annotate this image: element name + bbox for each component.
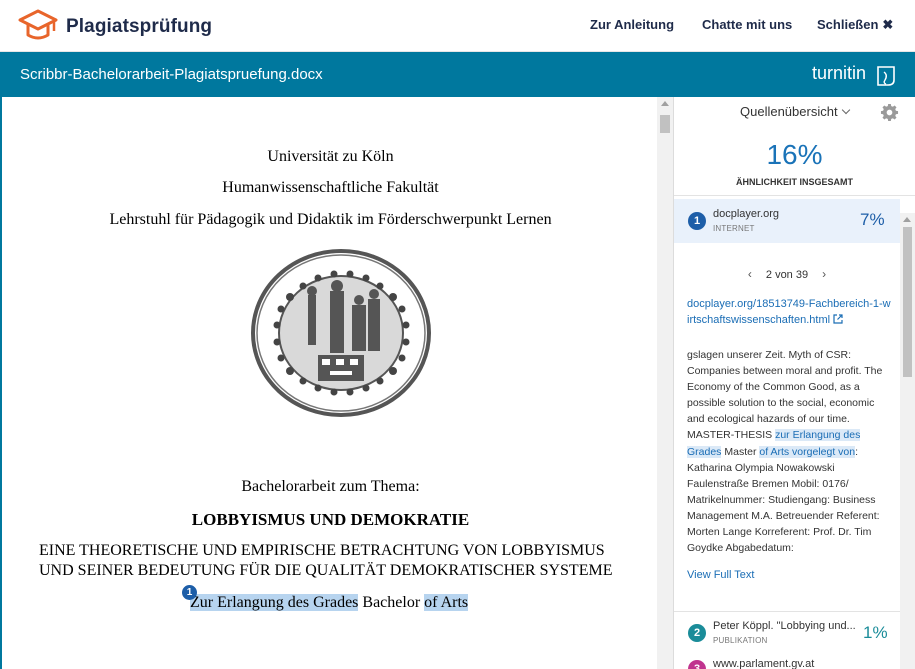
degree-text: Bachelor — [358, 594, 425, 611]
panel-scrollbar[interactable] — [900, 213, 915, 669]
guide-link[interactable]: Zur Anleitung — [590, 17, 674, 32]
excerpt-match: of Arts vorgelegt von — [759, 445, 856, 458]
brand-title: Plagiatsprüfung — [66, 16, 213, 37]
source-type: PUBLIKATION — [713, 636, 768, 645]
scroll-thumb[interactable] — [903, 227, 912, 377]
source-number-badge: 1 — [688, 212, 706, 230]
close-icon: ✖ — [882, 17, 894, 32]
pager-text: 2 von 39 — [765, 269, 809, 281]
chair-line: Lehrstuhl für Pädagogik und Didaktik im … — [109, 211, 552, 228]
divider — [674, 611, 900, 612]
source-item-2[interactable]: 2 Peter Köppl. "Lobbying und... PUBLIKAT… — [674, 613, 900, 653]
graduation-cap-logo-icon — [18, 9, 58, 40]
panel-header: Quellenübersicht — [674, 97, 915, 131]
thesis-subtitle-line-2: UND SEINER BEDEUTUNG FÜR DIE QUALITÄT DE… — [39, 562, 613, 579]
match-pager: ‹ 2 von 39 › — [674, 267, 900, 281]
turnitin-logo-icon — [877, 66, 895, 86]
excerpt-text: : Katharina Olympia Nowakowski Faulenstr… — [687, 445, 880, 555]
source-percent: 1% — [863, 623, 888, 642]
source-item-1[interactable]: 1 docplayer.org INTERNET 7% — [674, 199, 900, 243]
chat-link[interactable]: Chatte mit uns — [702, 17, 792, 32]
source-overview-label: Quellenübersicht — [740, 104, 838, 119]
faculty-line: Humanwissenschaftliche Fakultät — [222, 179, 439, 196]
top-header: Plagiatsprüfung Zur Anleitung Chatte mit… — [0, 0, 915, 52]
close-button[interactable]: Schließen ✖ — [817, 17, 893, 33]
source-excerpt: gslagen unserer Zeit. Myth of CSR: Compa… — [687, 347, 891, 556]
source-panel: Quellenübersicht 16% ÄHNLICHKEIT INSGESA… — [673, 97, 915, 669]
divider — [674, 195, 915, 196]
gear-icon[interactable] — [880, 103, 899, 122]
chevron-right-icon[interactable]: › — [822, 267, 826, 281]
source-name: docplayer.org — [713, 208, 780, 220]
close-label: Schließen — [817, 17, 879, 32]
scroll-thumb[interactable] — [660, 115, 670, 133]
excerpt-text: gslagen unserer Zeit. Myth of CSR: Compa… — [687, 349, 883, 442]
document-viewer: Universität zu Köln Humanwissenschaftlic… — [0, 97, 673, 669]
university-line: Universität zu Köln — [267, 148, 394, 165]
thesis-intro: Bachelorarbeit zum Thema: — [241, 478, 420, 495]
thesis-subtitle-line-1: EINE THEORETISCHE UND EMPIRISCHE BETRACH… — [39, 542, 605, 559]
match-number-badge[interactable]: 1 — [182, 585, 197, 600]
source-name: www.parlament.gv.at — [713, 658, 815, 669]
source-item-3[interactable]: 3 www.parlament.gv.at — [674, 655, 900, 669]
scroll-up-arrow-icon[interactable] — [661, 101, 669, 106]
turnitin-logo-text: turnitin — [812, 63, 867, 83]
source-url-link[interactable]: docplayer.org/18513749-Fachbereich-1-wir… — [687, 296, 891, 328]
source-type: INTERNET — [713, 224, 755, 233]
university-seal-image — [251, 249, 431, 417]
document-filename: Scribbr-Bachelorarbeit-Plagiatspruefung.… — [20, 66, 323, 83]
source-percent: 7% — [860, 210, 885, 229]
document-scrollbar[interactable] — [657, 97, 673, 669]
excerpt-text: Master — [721, 445, 760, 458]
degree-line: Zur Erlangung des Grades Bachelor of Art… — [190, 594, 469, 612]
source-url-text: docplayer.org/18513749-Fachbereich-1-wir… — [687, 298, 891, 326]
thesis-title: LOBBYISMUS UND DEMOKRATIE — [191, 510, 470, 529]
chevron-down-icon — [841, 105, 850, 115]
source-name: Peter Köppl. "Lobbying und... — [713, 620, 856, 632]
match-highlight[interactable]: Zur Erlangung des Grades — [190, 594, 359, 611]
similarity-label: ÄHNLICHKEIT INSGESAMT — [736, 177, 853, 187]
match-highlight[interactable]: of Arts — [424, 594, 469, 611]
source-overview-dropdown[interactable]: Quellenübersicht — [740, 104, 850, 119]
similarity-percent: 16% — [766, 139, 823, 170]
source-number-badge: 2 — [688, 624, 706, 642]
document-toolbar: Scribbr-Bachelorarbeit-Plagiatspruefung.… — [0, 52, 915, 97]
source-number-badge: 3 — [688, 660, 706, 669]
view-full-text-link[interactable]: View Full Text — [687, 569, 754, 581]
external-link-icon — [833, 314, 843, 324]
chevron-left-icon[interactable]: ‹ — [748, 267, 752, 281]
scroll-up-arrow-icon[interactable] — [903, 217, 911, 222]
